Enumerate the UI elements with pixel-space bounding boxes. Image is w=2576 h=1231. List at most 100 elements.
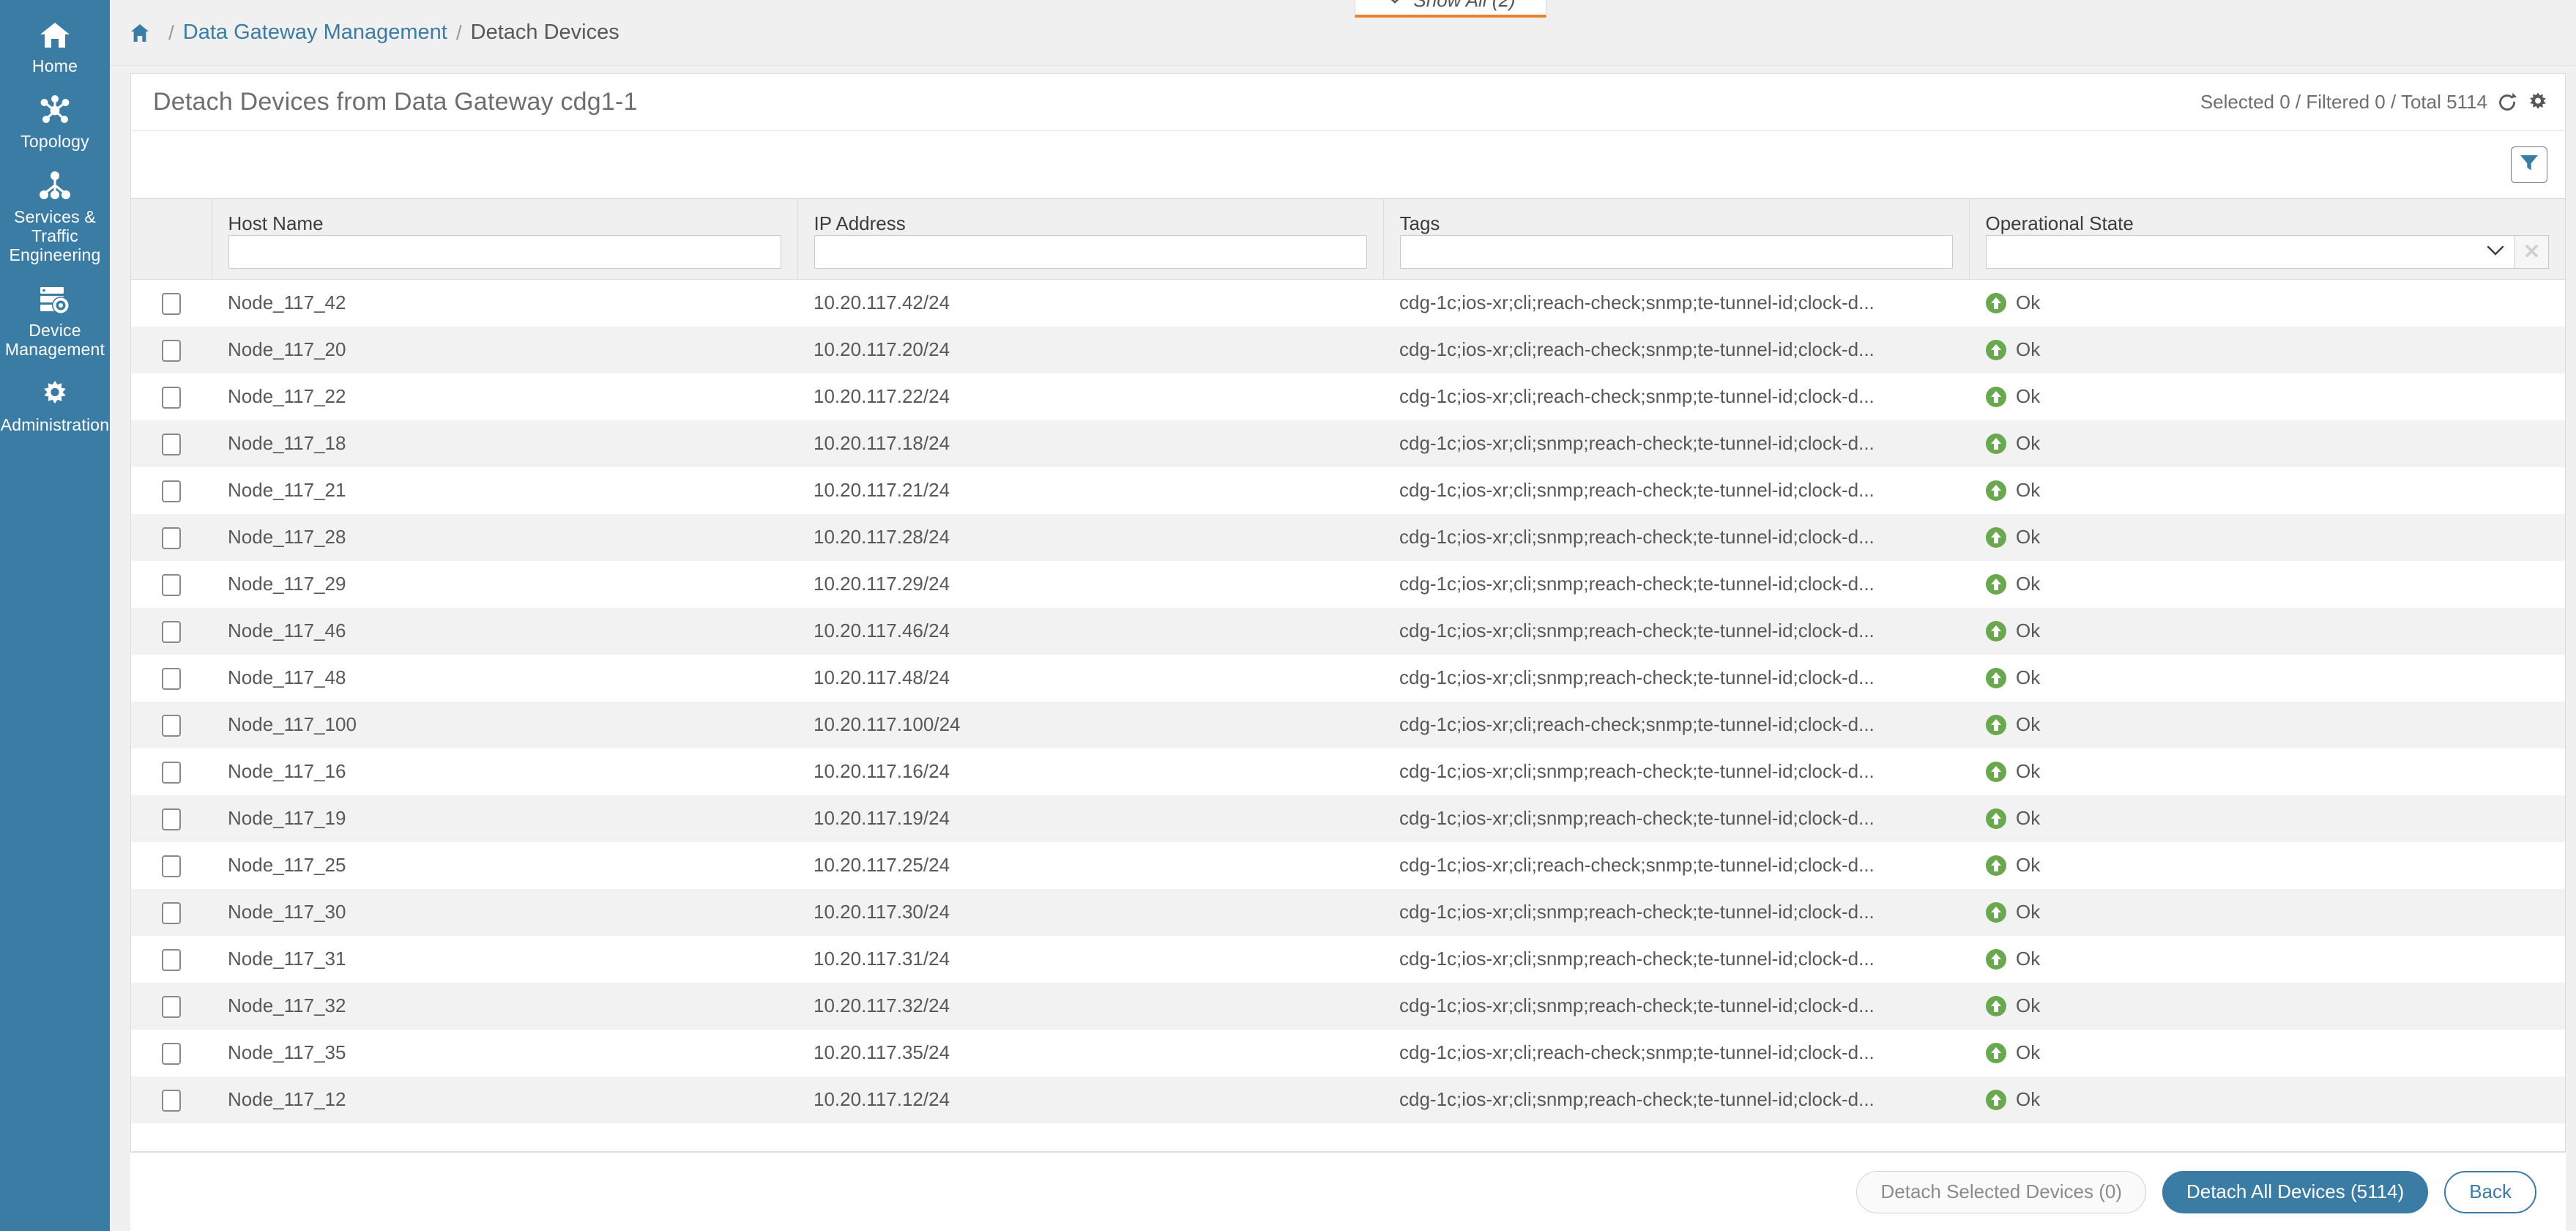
row-select-cell[interactable]: [131, 795, 212, 842]
table-row[interactable]: Node_117_3010.20.117.30/24cdg-1c;ios-xr;…: [131, 889, 2565, 936]
detach-devices-card: Detach Devices from Data Gateway cdg1-1 …: [130, 73, 2566, 1152]
table-row[interactable]: Node_117_1210.20.117.12/24cdg-1c;ios-xr;…: [131, 1076, 2565, 1123]
show-all-tab-label: Show All (2): [1413, 0, 1515, 12]
table-row[interactable]: Node_117_3210.20.117.32/24cdg-1c;ios-xr;…: [131, 983, 2565, 1030]
column-header-ip-address[interactable]: IP Address: [797, 199, 1383, 280]
row-checkbox[interactable]: [162, 434, 181, 455]
gear-icon[interactable]: [2527, 92, 2549, 114]
operational-state-filter-select[interactable]: [1986, 235, 2516, 269]
table-row[interactable]: Node_117_3110.20.117.31/24cdg-1c;ios-xr;…: [131, 936, 2565, 983]
table-row[interactable]: Node_117_1610.20.117.16/24cdg-1c;ios-xr;…: [131, 748, 2565, 795]
row-select-cell[interactable]: [131, 889, 212, 936]
row-select-cell[interactable]: [131, 327, 212, 373]
card-header: Detach Devices from Data Gateway cdg1-1 …: [131, 74, 2565, 131]
operational-state-filter-clear-button[interactable]: ✕: [2515, 235, 2549, 269]
row-select-cell[interactable]: [131, 1030, 212, 1076]
cell-operational-state: Ok: [1969, 1076, 2565, 1123]
row-checkbox[interactable]: [162, 668, 181, 690]
table-row[interactable]: Node_117_4810.20.117.48/24cdg-1c;ios-xr;…: [131, 655, 2565, 702]
row-select-cell[interactable]: [131, 936, 212, 983]
row-checkbox[interactable]: [162, 855, 181, 877]
status-ok-up-arrow-icon: [1985, 339, 2007, 361]
table-row[interactable]: Node_117_2110.20.117.21/24cdg-1c;ios-xr;…: [131, 467, 2565, 514]
row-checkbox[interactable]: [162, 949, 181, 971]
row-select-cell[interactable]: [131, 842, 212, 889]
table-row[interactable]: Node_117_2010.20.117.20/24cdg-1c;ios-xr;…: [131, 327, 2565, 373]
filter-cell-operational-state: ✕: [1970, 235, 2566, 279]
row-checkbox[interactable]: [162, 293, 181, 315]
row-select-cell[interactable]: [131, 1076, 212, 1123]
table-row[interactable]: Node_117_2910.20.117.29/24cdg-1c;ios-xr;…: [131, 561, 2565, 608]
cell-host-name: Node_117_32: [212, 983, 797, 1030]
table-row[interactable]: Node_117_1910.20.117.19/24cdg-1c;ios-xr;…: [131, 795, 2565, 842]
row-select-cell[interactable]: [131, 983, 212, 1030]
main-content: / Data Gateway Management / Detach Devic…: [110, 0, 2576, 1231]
row-checkbox[interactable]: [162, 996, 181, 1018]
table-row[interactable]: Node_117_2510.20.117.25/24cdg-1c;ios-xr;…: [131, 842, 2565, 889]
operational-state-label: Ok: [2016, 385, 2040, 408]
status-ok-up-arrow-icon: [1985, 292, 2007, 314]
row-checkbox[interactable]: [162, 762, 181, 784]
cell-tags: cdg-1c;ios-xr;cli;snmp;reach-check;te-tu…: [1383, 608, 1969, 655]
table-row[interactable]: Node_117_4610.20.117.46/24cdg-1c;ios-xr;…: [131, 608, 2565, 655]
column-header-operational-state[interactable]: Operational State: [1969, 199, 2565, 280]
sidebar-item-topology[interactable]: Topology: [0, 86, 110, 161]
row-select-cell[interactable]: [131, 748, 212, 795]
row-select-cell[interactable]: [131, 702, 212, 748]
detach-selected-devices-button[interactable]: Detach Selected Devices (0): [1856, 1171, 2145, 1213]
row-checkbox[interactable]: [162, 1090, 181, 1112]
sidebar-item-services-traffic-engineering[interactable]: Services & Traffic Engineering: [0, 161, 110, 275]
table-row[interactable]: Node_117_10010.20.117.100/24cdg-1c;ios-x…: [131, 702, 2565, 748]
row-checkbox[interactable]: [162, 621, 181, 643]
operational-state-label: Ok: [2016, 807, 2040, 830]
row-checkbox[interactable]: [162, 480, 181, 502]
row-select-cell[interactable]: [131, 420, 212, 467]
row-checkbox[interactable]: [162, 387, 181, 409]
row-checkbox[interactable]: [162, 340, 181, 362]
row-select-cell[interactable]: [131, 561, 212, 608]
cell-ip-address: 10.20.117.48/24: [797, 655, 1383, 702]
filter-funnel-icon: [2518, 152, 2540, 177]
cell-operational-state: Ok: [1969, 842, 2565, 889]
cell-host-name: Node_117_19: [212, 795, 797, 842]
table-row[interactable]: Node_117_3510.20.117.35/24cdg-1c;ios-xr;…: [131, 1030, 2565, 1076]
row-select-cell[interactable]: [131, 655, 212, 702]
row-select-cell[interactable]: [131, 514, 212, 561]
operational-state-label: Ok: [2016, 854, 2040, 877]
table-row[interactable]: Node_117_4210.20.117.42/24cdg-1c;ios-xr;…: [131, 280, 2565, 327]
row-checkbox[interactable]: [162, 1043, 181, 1065]
row-checkbox[interactable]: [162, 574, 181, 596]
row-select-cell[interactable]: [131, 608, 212, 655]
sidebar-item-topology-label: Topology: [21, 132, 89, 151]
row-select-cell[interactable]: [131, 373, 212, 420]
detach-all-devices-button[interactable]: Detach All Devices (5114): [2162, 1171, 2428, 1213]
cell-tags: cdg-1c;ios-xr;cli;snmp;reach-check;te-tu…: [1383, 795, 1969, 842]
row-select-cell[interactable]: [131, 467, 212, 514]
sidebar-item-device-management[interactable]: Device Management: [0, 275, 110, 369]
host-name-filter-input[interactable]: [228, 235, 781, 269]
sidebar-item-administration[interactable]: Administration: [0, 369, 110, 445]
table-row[interactable]: Node_117_2810.20.117.28/24cdg-1c;ios-xr;…: [131, 514, 2565, 561]
refresh-icon[interactable]: [2496, 92, 2518, 114]
breadcrumb-home-icon[interactable]: [130, 23, 149, 42]
row-checkbox[interactable]: [162, 902, 181, 924]
breadcrumb-link-data-gateway-management[interactable]: Data Gateway Management: [183, 21, 447, 45]
table-row[interactable]: Node_117_2210.20.117.22/24cdg-1c;ios-xr;…: [131, 373, 2565, 420]
sidebar-item-home[interactable]: Home: [0, 10, 110, 86]
tags-filter-input[interactable]: [1400, 235, 1953, 269]
services-traffic-engineering-icon: [35, 168, 75, 204]
table-row[interactable]: Node_117_1810.20.117.18/24cdg-1c;ios-xr;…: [131, 420, 2565, 467]
ip-address-filter-input[interactable]: [814, 235, 1367, 269]
row-checkbox[interactable]: [162, 715, 181, 737]
row-checkbox[interactable]: [162, 808, 181, 830]
row-select-cell[interactable]: [131, 280, 212, 327]
row-checkbox[interactable]: [162, 527, 181, 549]
column-header-host-name[interactable]: Host Name: [212, 199, 797, 280]
devices-table-scroll-area[interactable]: Host Name IP Address: [131, 198, 2565, 1151]
column-header-tags[interactable]: Tags: [1383, 199, 1969, 280]
cell-ip-address: 10.20.117.12/24: [797, 1076, 1383, 1123]
show-all-tab[interactable]: Show All (2): [1355, 0, 1546, 18]
back-button[interactable]: Back: [2444, 1171, 2536, 1213]
breadcrumb-separator-1: /: [168, 21, 174, 45]
filter-toggle-button[interactable]: [2511, 146, 2547, 183]
